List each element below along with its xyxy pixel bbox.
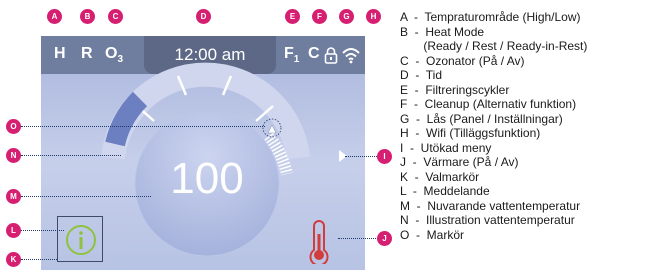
current-water-temperature: 100 <box>170 154 244 203</box>
legend-row-e: E - Filtreringscykler <box>400 82 510 97</box>
legend-row-g: G - Lås (Panel / Inställningar) <box>400 111 563 126</box>
legend-row-l: L - Meddelande <box>400 184 490 198</box>
control-panel-screen: H R O3 12:00 am F1 C 100 <box>41 36 365 270</box>
legend-row-b-detail: (Ready / Rest / Ready-in-Rest) <box>400 39 588 53</box>
legend-row-n: N - Illustration vattentemperatur <box>400 213 575 227</box>
legend-row-f: F - Cleanup (Alternativ funktion) <box>400 97 577 111</box>
callout-a: A <box>47 9 62 24</box>
thermometer-icon[interactable] <box>305 220 333 264</box>
callout-j: J <box>377 231 392 246</box>
callout-l: L <box>6 223 21 238</box>
legend-row-k: K - Valmarkör <box>400 169 480 184</box>
legend-row-j: J - Värmare (På / Av) <box>400 155 519 169</box>
callout-i: I <box>377 149 392 164</box>
callout-f: F <box>312 9 327 24</box>
callout-g: G <box>339 9 354 24</box>
leader-m <box>21 196 151 197</box>
leader-j <box>338 238 380 239</box>
selection-cursor[interactable] <box>57 216 103 262</box>
legend: A - Tempraturområde (High/Low) B - Heat … <box>400 10 648 242</box>
leader-l <box>21 230 64 231</box>
callout-k: K <box>6 252 21 267</box>
legend-row-a: A - Tempraturområde (High/Low) <box>400 10 581 24</box>
leader-o <box>21 126 265 127</box>
callout-h: H <box>366 9 381 24</box>
legend-row-h: H - Wifi (Tilläggsfunktion) <box>400 126 541 140</box>
legend-row-c: C - Ozonator (På / Av) <box>400 53 525 68</box>
leader-k <box>21 259 57 260</box>
legend-row-i: I - Utökad meny <box>400 140 492 155</box>
callout-o: O <box>6 119 21 134</box>
legend-row-d: D - Tid <box>400 68 443 82</box>
callout-c: C <box>108 9 123 24</box>
leader-n <box>21 155 121 156</box>
callout-b: B <box>80 9 95 24</box>
info-icon[interactable] <box>64 223 98 257</box>
cursor-marker <box>267 124 277 134</box>
callout-e: E <box>285 9 300 24</box>
callout-m: M <box>6 189 21 204</box>
legend-row-o: O - Markör <box>400 227 465 242</box>
legend-row-m: M - Nuvarande vattentemperatur <box>400 198 581 213</box>
callout-n: N <box>6 148 21 163</box>
legend-row-b: B - Heat Mode <box>400 24 485 39</box>
callout-d: D <box>196 9 211 24</box>
